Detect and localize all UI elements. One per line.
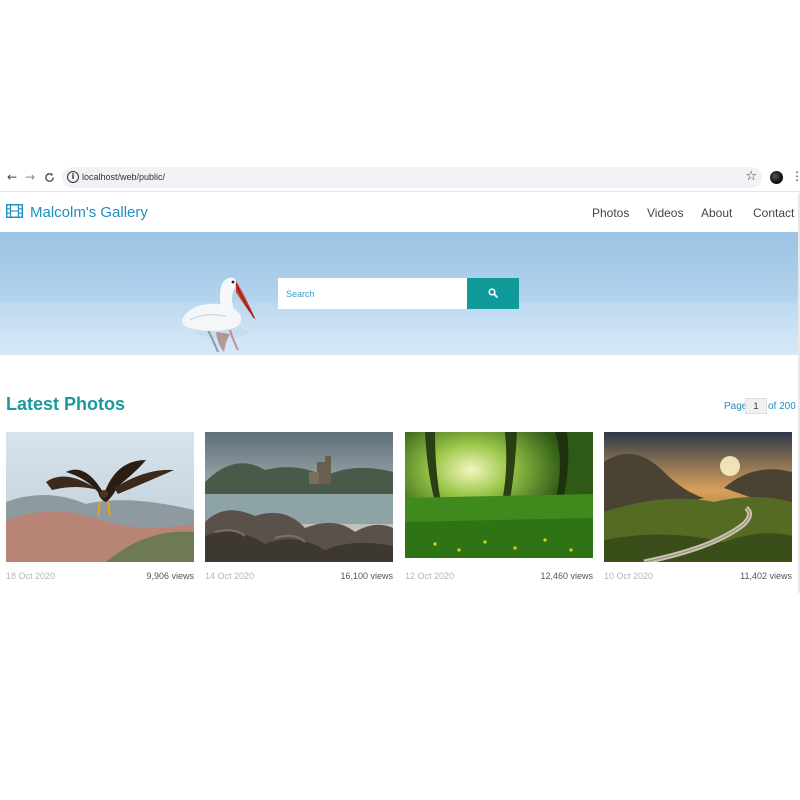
site-info-icon[interactable]: i [67,171,79,183]
nav-link-photos[interactable]: Photos [592,206,629,220]
search-input[interactable] [278,278,467,309]
nav-link-videos[interactable]: Videos [647,206,683,220]
bookmark-star-icon[interactable]: ☆ [745,168,757,186]
forward-arrow-icon[interactable]: → [22,169,38,185]
search-icon [488,288,498,298]
photo-views: 11,402 views [740,571,792,581]
page-number-input[interactable]: 1 [745,398,767,414]
browser-menu-icon[interactable]: ⋮ [791,167,800,185]
photo-card[interactable]: 12 Oct 2020 12,460 views [405,432,593,581]
profile-avatar[interactable] [770,171,783,184]
photo-date: 14 Oct 2020 [205,571,255,581]
photo-date: 12 Oct 2020 [405,571,455,581]
photo-date: 18 Oct 2020 [6,571,56,581]
site-navbar: Malcolm's Gallery Photos Videos About Co… [0,193,800,233]
back-arrow-icon[interactable]: ← [4,169,20,185]
photo-card[interactable]: 10 Oct 2020 11,402 views [604,432,792,581]
photo-thumbnail-road[interactable] [604,432,792,565]
photo-views: 16,100 views [340,571,393,581]
search-button[interactable] [467,278,519,309]
nav-link-contact[interactable]: Contact [753,206,794,220]
brand-name[interactable]: Malcolm's Gallery [30,204,148,221]
photo-thumbnail-castle[interactable] [205,432,393,562]
film-icon [6,204,23,218]
reload-icon[interactable] [41,169,57,185]
photo-card[interactable]: 14 Oct 2020 16,100 views [205,432,393,581]
photo-views: 9,906 views [146,571,194,581]
address-bar[interactable]: i localhost/web/public/ ☆ [62,167,762,188]
pelican-image [182,277,256,353]
url-text[interactable]: localhost/web/public/ [82,170,165,185]
hero-water [0,302,800,355]
browser-toolbar: ← → i localhost/web/public/ ☆ ⋮ [0,164,800,192]
pager-label: Page [724,401,748,412]
photo-thumbnail-eagle[interactable] [6,432,194,562]
photo-views: 12,460 views [540,571,593,581]
photo-card[interactable]: 18 Oct 2020 9,906 views [6,432,194,581]
section-title: Latest Photos [6,394,126,414]
pager-total: of 200 [768,401,796,412]
nav-link-about[interactable]: About [701,206,732,220]
photo-date: 10 Oct 2020 [604,571,654,581]
photo-thumbnail-forest[interactable] [405,432,593,562]
